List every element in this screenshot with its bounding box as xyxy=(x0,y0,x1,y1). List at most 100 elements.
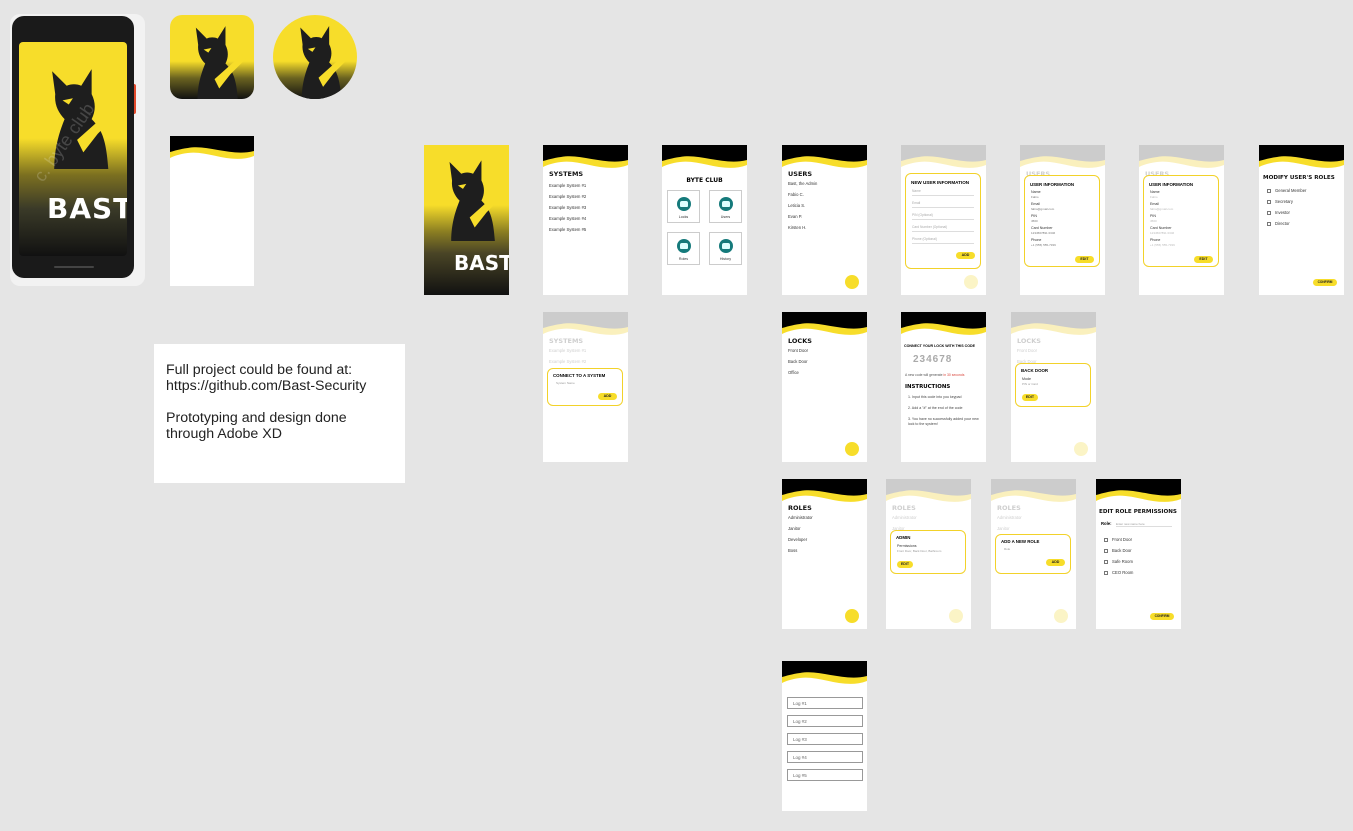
email-field[interactable]: Email xyxy=(912,199,974,208)
add-button[interactable]: ADD xyxy=(956,252,975,259)
bg-item: Administrator xyxy=(892,515,917,520)
permission-checkbox[interactable] xyxy=(1104,560,1108,564)
permission-checkbox[interactable] xyxy=(1104,571,1108,575)
role-checkbox[interactable] xyxy=(1267,222,1271,226)
tile-history[interactable]: History xyxy=(709,232,742,265)
user-item[interactable]: Kirsten H. xyxy=(788,225,806,230)
add-lock-button[interactable] xyxy=(845,442,859,456)
dashboard-screen: BYTE CLUB Locks Users Roles History xyxy=(662,145,747,295)
role-info-card: ADMIN Permissions Front Door, Back Door,… xyxy=(890,530,966,574)
add-user-button[interactable] xyxy=(845,275,859,289)
user-item[interactable]: Leticia S. xyxy=(788,203,805,208)
add-role-button[interactable] xyxy=(845,609,859,623)
phone-field[interactable]: Phone (Optional) xyxy=(912,235,974,244)
field-value[interactable]: 4560 xyxy=(1150,219,1157,223)
bg-item: Front Door xyxy=(1017,348,1038,353)
note-link[interactable]: https://github.com/Bast-Security xyxy=(166,378,405,394)
user-item[interactable]: Bast, the Admin xyxy=(788,181,817,186)
role-input[interactable]: Role xyxy=(1004,547,1010,551)
role-checkbox[interactable] xyxy=(1267,211,1271,215)
cat-logo-icon xyxy=(174,21,252,99)
system-name-input[interactable]: System Name xyxy=(556,381,575,385)
role-option: General Member xyxy=(1275,188,1307,193)
role-option: Secretary xyxy=(1275,199,1293,204)
role-item[interactable]: Boss xyxy=(788,548,797,553)
role-name-input[interactable]: Enter new name here xyxy=(1116,522,1172,527)
blank-template-screen xyxy=(170,136,254,286)
user-info-screen: USERS USER INFORMATION Name Fabio Email … xyxy=(1020,145,1105,295)
field-label: Card Number xyxy=(1031,226,1053,230)
lock-item[interactable]: Office xyxy=(788,370,799,375)
field-value[interactable]: Fabio xyxy=(1150,195,1158,199)
users-icon xyxy=(719,197,733,211)
permission-checkbox[interactable] xyxy=(1104,538,1108,542)
splash-brand: BAST xyxy=(454,251,509,275)
phone-screen: BAST c. byte club xyxy=(19,42,127,256)
permissions-label: Permissions xyxy=(897,544,917,548)
user-item[interactable]: Fabio C. xyxy=(788,192,804,197)
timer-value: in 30 seconds xyxy=(943,373,965,377)
page-title: EDIT ROLE PERMISSIONS xyxy=(1099,509,1177,515)
field-value[interactable]: 1234567891 0346 xyxy=(1150,231,1174,235)
tile-label: History xyxy=(719,257,732,261)
log-entry[interactable]: Log #1 xyxy=(787,697,863,709)
role-item[interactable]: Janitor xyxy=(788,526,801,531)
add-button[interactable]: ADD xyxy=(598,393,617,400)
lock-item[interactable]: Front Door xyxy=(788,348,808,353)
role-checkbox[interactable] xyxy=(1267,189,1271,193)
edit-button[interactable]: EDIT xyxy=(1194,256,1213,263)
confirm-button[interactable]: CONFIRM xyxy=(1313,279,1337,286)
system-item[interactable]: Example System #1 xyxy=(549,183,586,188)
permission-option: Front Door xyxy=(1112,537,1133,542)
card-number-field[interactable]: Card Number (Optional) xyxy=(912,223,974,232)
lock-item[interactable]: Back Door xyxy=(788,359,808,364)
new-user-card: NEW USER INFORMATION Name Email PIN (Opt… xyxy=(905,173,981,269)
user-info-card: USER INFORMATION Name Fabio Email fabio@… xyxy=(1024,175,1100,267)
tile-roles[interactable]: Roles xyxy=(667,232,700,265)
field-label: PIN xyxy=(1031,214,1037,218)
field-value: fabio@gmail.com xyxy=(1031,207,1055,211)
system-item[interactable]: Example System #3 xyxy=(549,205,586,210)
add-button[interactable]: ADD xyxy=(1046,559,1065,566)
add-role-button xyxy=(949,609,963,623)
log-entry[interactable]: Log #2 xyxy=(787,715,863,727)
user-item[interactable]: Evan P. xyxy=(788,214,802,219)
tile-locks[interactable]: Locks xyxy=(667,190,700,223)
instruction-step: 1. Input this code into you keypad xyxy=(908,395,962,399)
role-checkbox[interactable] xyxy=(1267,200,1271,204)
name-field[interactable]: Name xyxy=(912,187,974,196)
system-item[interactable]: Example System #2 xyxy=(549,194,586,199)
role-item[interactable]: Developer xyxy=(788,537,807,542)
edit-button[interactable]: EDIT xyxy=(1075,256,1094,263)
permissions-value: Front Door, Back Door, Bathroom xyxy=(897,549,942,553)
card-title: CONNECT TO A SYSTEM xyxy=(553,373,606,378)
header-wave xyxy=(782,661,867,691)
cat-logo-icon xyxy=(426,149,509,249)
system-item[interactable]: Example System #4 xyxy=(549,216,586,221)
field-value[interactable]: +1 (555) 555-7339 xyxy=(1150,243,1175,247)
phone-mockup: BAST c. byte club xyxy=(10,14,145,286)
bg-title: LOCKS xyxy=(1017,337,1041,345)
new-user-screen: NEW USER INFORMATION Name Email PIN (Opt… xyxy=(901,145,986,295)
edit-button[interactable]: EDIT xyxy=(1022,394,1038,401)
tile-users[interactable]: Users xyxy=(709,190,742,223)
phone-speaker xyxy=(54,266,94,268)
timer-label: A new code will generate xyxy=(905,373,943,377)
bg-item: Example System #2 xyxy=(549,359,587,364)
field-label: Name xyxy=(1150,190,1160,194)
log-entry[interactable]: Log #3 xyxy=(787,733,863,745)
log-entry[interactable]: Log #5 xyxy=(787,769,863,781)
field-label: Phone xyxy=(1031,238,1042,242)
add-role-button xyxy=(1054,609,1068,623)
system-item[interactable]: Example System #5 xyxy=(549,227,586,232)
confirm-button[interactable]: CONFIRM xyxy=(1150,613,1174,620)
edit-button[interactable]: EDIT xyxy=(897,561,913,568)
pin-field[interactable]: PIN (Optional) xyxy=(912,211,974,220)
header-wave xyxy=(1096,479,1181,509)
permission-checkbox[interactable] xyxy=(1104,549,1108,553)
lock-code: 234678 xyxy=(913,354,953,365)
field-value[interactable]: fabio@gmail.com xyxy=(1150,207,1173,211)
instruction-step: 3. You have no successfully added your n… xyxy=(908,417,979,426)
log-entry[interactable]: Log #4 xyxy=(787,751,863,763)
role-item[interactable]: Administrator xyxy=(788,515,813,520)
